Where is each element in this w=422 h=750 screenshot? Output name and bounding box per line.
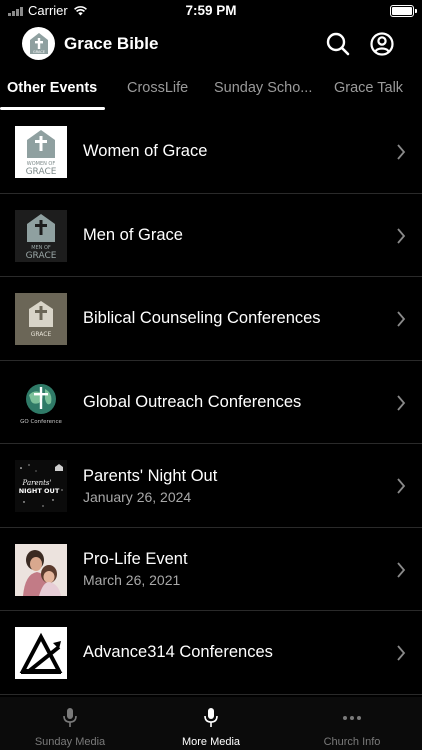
event-thumbnail	[15, 543, 67, 596]
event-date: January 26, 2024	[83, 488, 192, 505]
svg-text:GRACE: GRACE	[31, 331, 52, 338]
app-header: GRACE Grace Bible	[0, 22, 422, 66]
list-item[interactable]: Advance314 Conferences	[0, 611, 422, 695]
event-list: WOMEN OF GRACE Women of Grace MEN OF GRA…	[0, 110, 422, 695]
svg-text:Parents': Parents'	[22, 479, 52, 487]
chevron-right-icon	[397, 561, 406, 578]
more-dots-icon	[343, 716, 361, 720]
event-title: Pro-Life Event	[83, 550, 188, 568]
event-thumbnail: MEN OF GRACE	[15, 209, 67, 262]
svg-text:GRACE: GRACE	[26, 251, 57, 261]
church-logo: GRACE	[22, 27, 55, 60]
event-text: Men of Grace	[83, 194, 183, 277]
status-bar: Carrier 7:59 PM	[0, 0, 422, 22]
nav-label: More Media	[181, 736, 241, 748]
event-text: Global Outreach Conferences	[83, 361, 301, 444]
nav-label: Sunday Media	[34, 736, 106, 748]
list-item[interactable]: Parents' NIGHT OUT Parents' Night Out Ja…	[0, 444, 422, 528]
tab-sunday-school[interactable]: Sunday Scho...	[214, 80, 312, 96]
event-title: Men of Grace	[83, 225, 183, 244]
chevron-right-icon	[397, 478, 406, 494]
list-item[interactable]: WOMEN OF GRACE Women of Grace	[0, 110, 422, 194]
event-text: Women of Grace	[83, 110, 207, 193]
event-title: Women of Grace	[83, 142, 208, 160]
event-text: Advance314 Conferences	[83, 611, 273, 694]
category-tabs: Other Events CrossLife Sunday Scho... Gr…	[0, 72, 422, 110]
svg-text:NIGHT OUT: NIGHT OUT	[19, 487, 60, 495]
event-thumbnail: WOMEN OF GRACE	[15, 126, 67, 178]
chevron-right-icon	[397, 227, 406, 244]
event-text: Parents' Night Out January 26, 2024	[83, 444, 217, 527]
event-text: Biblical Counseling Conferences	[83, 277, 321, 360]
svg-text:GO Conference: GO Conference	[20, 419, 62, 425]
nav-sunday-media[interactable]: Sunday Media	[0, 697, 140, 750]
event-thumbnail: GO Conference	[15, 376, 67, 429]
church-logo-icon: GRACE	[29, 32, 48, 54]
tab-grace-talk[interactable]: Grace Talk	[334, 80, 403, 96]
microphone-icon	[63, 708, 77, 727]
tab-crosslife[interactable]: CrossLife	[127, 80, 188, 96]
chevron-right-icon	[397, 144, 406, 160]
event-title: Parents' Night Out	[83, 466, 218, 485]
chevron-right-icon	[397, 645, 406, 661]
svg-text:GRACE: GRACE	[26, 167, 57, 177]
app-title: Grace Bible	[64, 34, 159, 53]
chevron-right-icon	[397, 394, 406, 411]
event-thumbnail: Parents' NIGHT OUT	[15, 460, 67, 512]
event-date: March 26, 2021	[83, 572, 181, 588]
list-item[interactable]: Pro-Life Event March 26, 2021	[0, 528, 422, 611]
event-thumbnail: GRACE	[15, 293, 67, 345]
list-item[interactable]: MEN OF GRACE Men of Grace	[0, 194, 422, 277]
profile-icon[interactable]	[369, 31, 395, 57]
event-thumbnail	[15, 627, 67, 679]
event-title: Biblical Counseling Conferences	[83, 309, 321, 327]
nav-more-media[interactable]: More Media	[141, 697, 281, 750]
svg-text:GRACE: GRACE	[33, 50, 45, 54]
event-title: Advance314 Conferences	[83, 643, 273, 661]
microphone-icon	[204, 708, 218, 727]
event-title: Global Outreach Conferences	[83, 392, 302, 411]
search-icon[interactable]	[325, 31, 351, 57]
list-item[interactable]: GO Conference Global Outreach Conference…	[0, 361, 422, 444]
event-text: Pro-Life Event March 26, 2021	[83, 528, 188, 611]
tab-other-events[interactable]: Other Events	[7, 80, 97, 96]
nav-church-info[interactable]: Church Info	[282, 697, 422, 750]
status-time: 7:59 PM	[185, 3, 237, 18]
bottom-nav: Sunday Media More Media Church Info	[0, 697, 422, 750]
chevron-right-icon	[397, 311, 406, 327]
list-item[interactable]: GRACE Biblical Counseling Conferences	[0, 277, 422, 361]
app-screen: Carrier 7:59 PM GRACE Grace Bible Other …	[0, 0, 422, 750]
battery-icon	[390, 5, 417, 17]
nav-label: Church Info	[323, 736, 381, 748]
